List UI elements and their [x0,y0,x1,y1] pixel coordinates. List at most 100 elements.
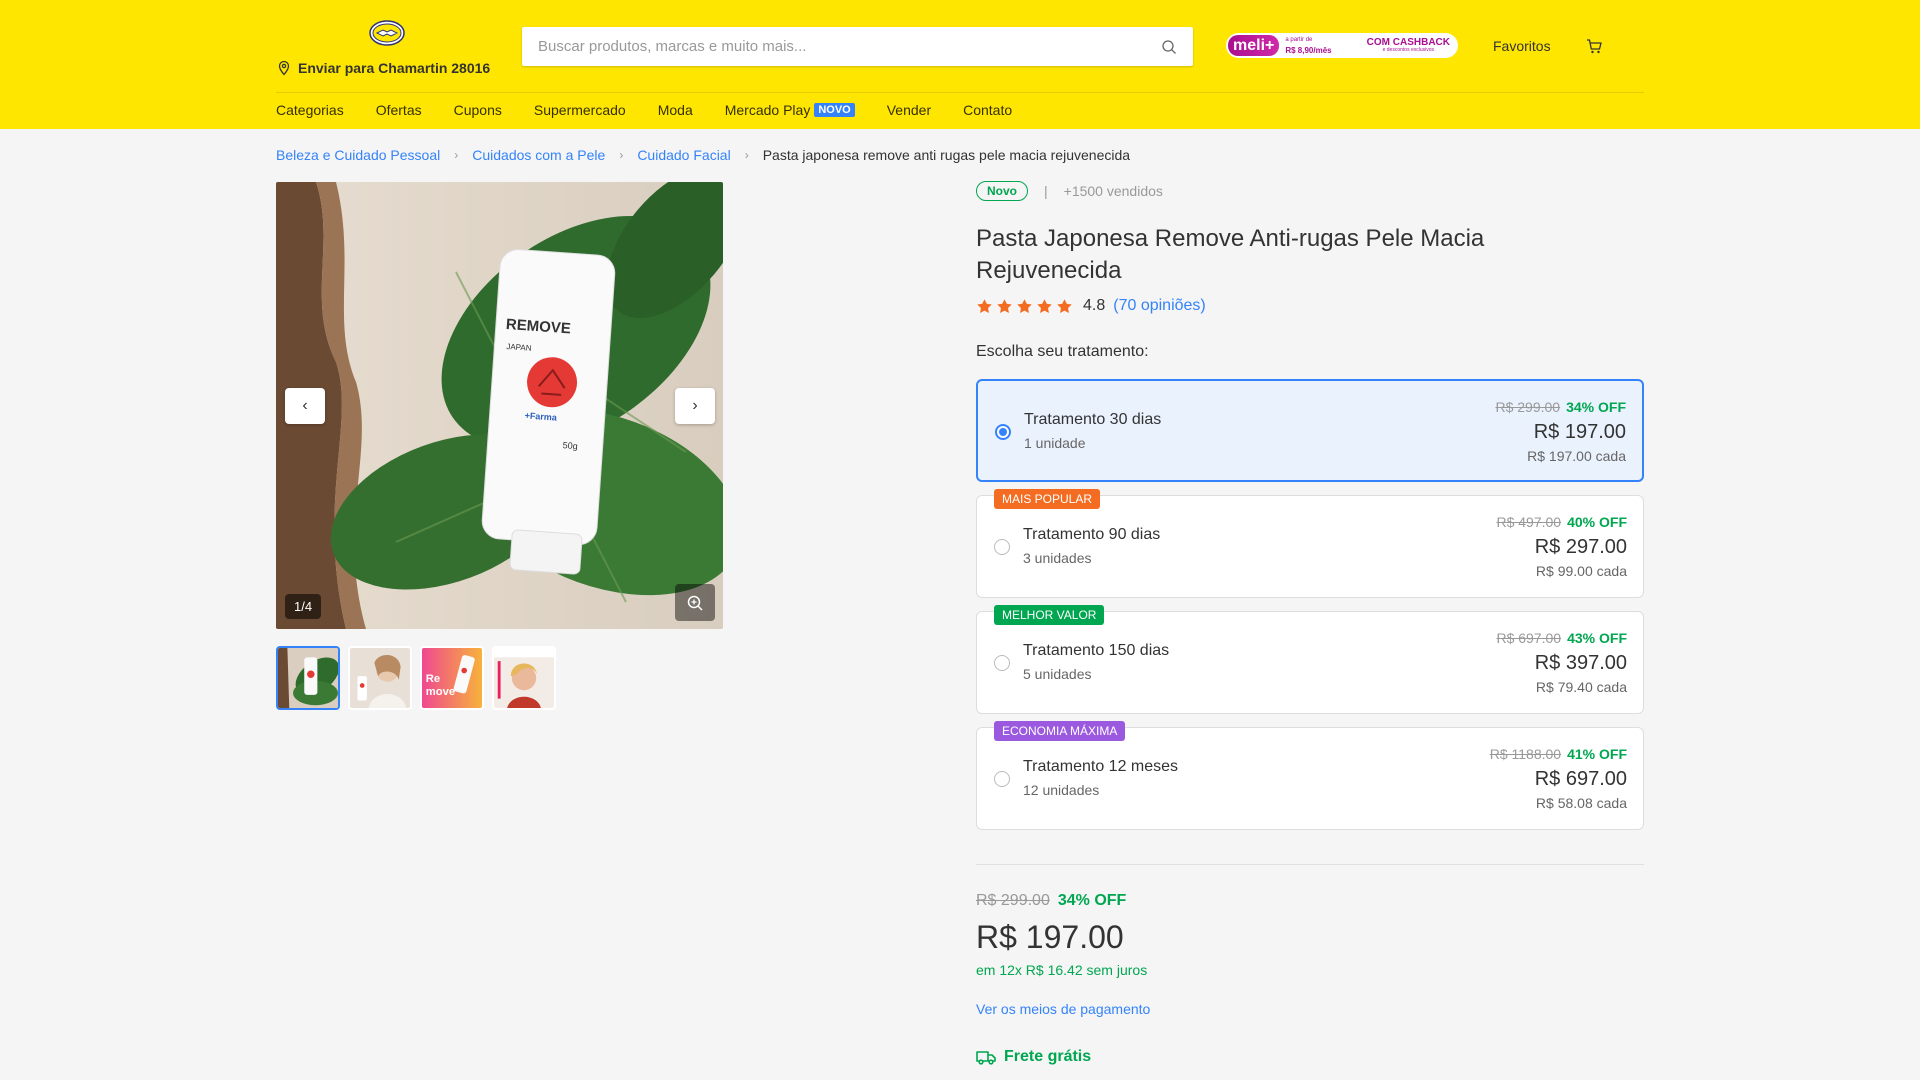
option-pricing: R$ 497.00 40% OFF R$ 297.00 R$ 99.00 cada [1496,514,1627,579]
mercado-livre-logo-icon[interactable] [369,20,405,46]
chevron-right-icon: › [619,148,624,162]
option-discount: 34% OFF [1566,399,1626,415]
option-old-price: R$ 299.00 [1495,399,1561,415]
nav-contato[interactable]: Contato [963,102,1012,118]
treatment-option[interactable]: MAIS POPULAR Tratamento 90 dias 3 unidad… [976,489,1644,598]
chevron-left-icon: ‹ [302,397,308,414]
breadcrumb-item[interactable]: Cuidados com a Pele [472,147,605,163]
option-discount: 43% OFF [1567,630,1627,646]
thumbnail-3[interactable]: Re move [420,646,484,710]
breadcrumb-item[interactable]: Cuidado Facial [637,147,730,163]
condition-badge: Novo [976,181,1028,201]
option-price-each: R$ 79.40 cada [1535,679,1627,695]
product-photo: REMOVE JAPAN +Farma 50g [276,182,723,629]
favorites-link[interactable]: Favoritos [1493,38,1551,54]
option-tag: MELHOR VALOR [994,605,1105,625]
svg-text:Re: Re [426,673,440,685]
star-icon [997,298,1012,313]
nav-mercado-play-label: Mercado Play [724,102,811,118]
rating-value: 4.8 [1083,297,1106,314]
search-input[interactable] [538,38,1161,55]
option-units: 12 unidades [1023,782,1100,798]
option-units: 3 unidades [1023,550,1092,566]
radio-unselected[interactable] [994,539,1010,555]
ship-to-location[interactable]: Enviar para Chamartin 28016 [276,60,490,76]
option-price-each: R$ 197.00 cada [1527,448,1626,464]
ship-to-label: Enviar para Chamartin 28016 [298,60,491,76]
radio-unselected[interactable] [994,771,1010,787]
star-icon [1057,298,1072,313]
thumbnail-image [350,648,410,708]
product-info: Novo | +1500 vendidos Pasta Japonesa Rem… [976,181,1644,1080]
star-icon [1017,298,1032,313]
option-old-price: R$ 1188.00 [1489,746,1562,762]
svg-text:move: move [426,686,455,698]
option-name: Tratamento 150 dias [1023,642,1170,659]
option-units: 1 unidade [1024,435,1086,451]
thumbnail-image [494,648,554,708]
treatment-option[interactable]: MELHOR VALOR Tratamento 150 dias 5 unida… [976,605,1644,714]
chevron-right-icon: › [744,148,749,162]
header-divider [276,92,1644,93]
breadcrumb-item[interactable]: Beleza e Cuidado Pessoal [276,147,440,163]
option-name: Tratamento 12 meses [1023,758,1179,775]
chevron-right-icon: › [454,148,459,162]
novo-badge: NOVO [814,103,855,117]
treatment-option[interactable]: ECONOMIA MÁXIMA Tratamento 12 meses 12 u… [976,721,1644,830]
radio-selected[interactable] [995,424,1011,440]
option-pricing: R$ 299.00 34% OFF R$ 197.00 R$ 197.00 cad… [1495,399,1626,464]
treatment-options: Tratamento 30 dias 1 unidade R$ 299.00 34… [976,379,1644,1080]
nav-moda[interactable]: Moda [658,102,693,118]
option-name: Tratamento 30 dias [1024,411,1162,428]
cart-icon[interactable] [1586,38,1603,55]
choose-treatment-label: Escolha seu tratamento: [976,343,1149,360]
thumbnail-image [278,648,338,708]
thumbnail-image: Remove [422,648,482,708]
option-pricing: R$ 1188.00 41% OFF R$ 697.00 R$ 58.08 cad… [1490,746,1627,811]
search-icon[interactable] [1161,39,1177,55]
radio-unselected[interactable] [994,655,1010,671]
option-units: 5 unidades [1023,666,1092,682]
thumbnail-1[interactable] [276,646,340,710]
rating-stars [976,298,1073,315]
header: Enviar para Chamartin 28016 meli+ a part… [0,0,1920,129]
nav-vender[interactable]: Vender [887,102,931,118]
option-price: R$ 697.00 [1534,768,1627,790]
nav-cupons[interactable]: Cupons [454,102,502,118]
meli-plus-price-value: R$ 8,90 [1285,45,1314,55]
star-icon [977,298,992,313]
meli-plus-banner[interactable]: meli+ a partir de R$ 8,90/mês COM CASHBA… [1226,33,1458,58]
meli-plus-cashback: COM CASHBACK e descontos exclusivos [1366,37,1450,53]
option-price: R$ 297.00 [1534,536,1627,558]
nav-mercado-play[interactable]: Mercado Play NOVO [725,102,855,118]
option-price-each: R$ 99.00 cada [1535,563,1627,579]
breadcrumb: Beleza e Cuidado Pessoal › Cuidados com … [276,147,1130,163]
zoom-button[interactable] [675,584,715,621]
meli-plus-price: a partir de R$ 8,90/mês [1285,36,1332,55]
breadcrumb-current: Pasta japonesa remove anti rugas pele ma… [762,147,1131,163]
chevron-right-icon: › [692,397,698,414]
nav-categorias[interactable]: Categorias [276,102,344,118]
option-name: Tratamento 90 dias [1023,526,1161,543]
gallery-thumbnails: Re move [276,646,556,710]
gallery-prev-button[interactable]: ‹ [285,388,325,424]
product-title: Pasta Japonesa Remove Anti-rugas Pele Ma… [976,225,1485,284]
star-icon [1037,298,1052,313]
nav-supermercado[interactable]: Supermercado [534,102,626,118]
thumbnail-2[interactable] [348,646,412,710]
reviews-link[interactable]: (70 opiniões) [1113,297,1206,315]
payment-methods-link[interactable]: Ver os meios de pagamento [976,1001,1150,1017]
sold-count: +1500 vendidos [1063,183,1163,199]
option-old-price: R$ 497.00 [1496,514,1562,530]
search-bar [522,27,1193,66]
gallery-next-button[interactable]: › [675,388,715,424]
option-discount: 41% OFF [1567,746,1627,762]
option-tag: ECONOMIA MÁXIMA [994,721,1126,741]
product-main-image[interactable]: REMOVE JAPAN +Farma 50g [276,182,723,629]
option-old-price: R$ 697.00 [1496,630,1562,646]
treatment-option[interactable]: Tratamento 30 dias 1 unidade R$ 299.00 34… [976,379,1644,482]
thumbnail-4[interactable] [492,646,556,710]
option-price: R$ 197.00 [1533,421,1626,443]
option-discount: 40% OFF [1567,514,1627,530]
nav-ofertas[interactable]: Ofertas [376,102,422,118]
